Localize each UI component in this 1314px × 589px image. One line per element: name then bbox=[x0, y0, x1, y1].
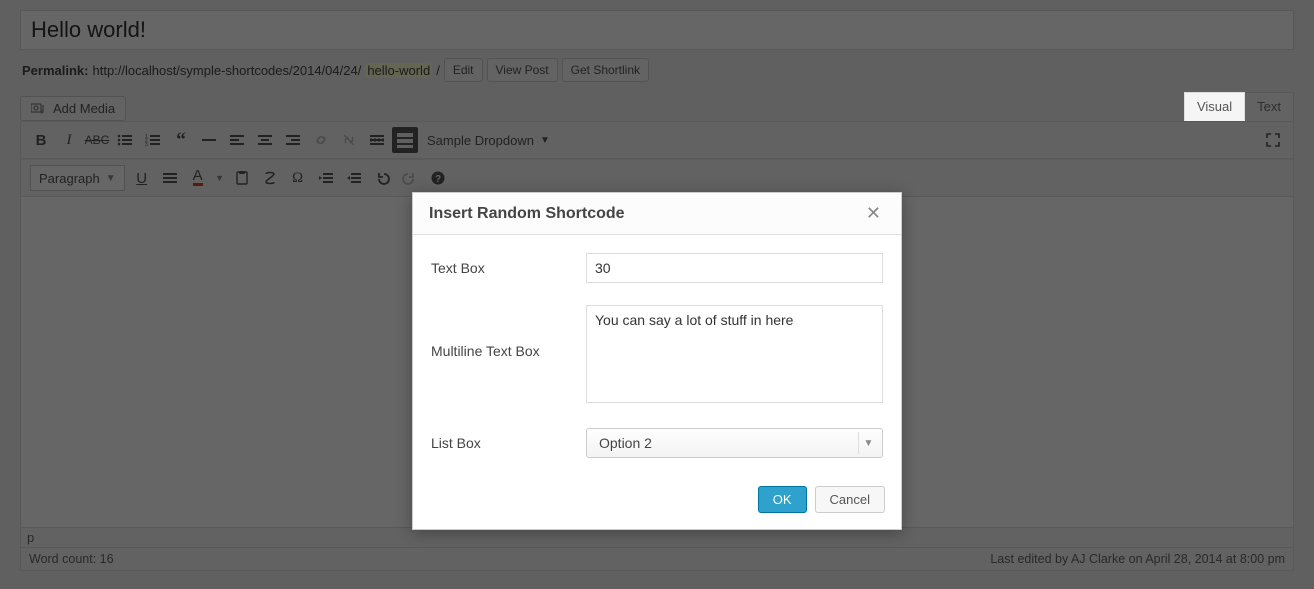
chevron-down-icon: ▼ bbox=[858, 432, 878, 454]
modal-body: Text Box Multiline Text Box List Box Opt… bbox=[413, 235, 901, 476]
listbox-selected-value: Option 2 bbox=[599, 435, 652, 451]
cancel-button[interactable]: Cancel bbox=[815, 486, 885, 513]
tab-visual[interactable]: Visual bbox=[1184, 92, 1245, 121]
multiline-textarea[interactable] bbox=[586, 305, 883, 403]
modal-footer: OK Cancel bbox=[413, 476, 901, 529]
close-icon[interactable]: ✕ bbox=[862, 203, 885, 224]
multiline-label: Multiline Text Box bbox=[431, 305, 586, 359]
textbox-input[interactable] bbox=[586, 253, 883, 283]
modal-title: Insert Random Shortcode bbox=[429, 205, 625, 223]
ok-button[interactable]: OK bbox=[758, 486, 807, 513]
insert-shortcode-modal: Insert Random Shortcode ✕ Text Box Multi… bbox=[412, 192, 902, 530]
listbox-select[interactable]: Option 2 ▼ bbox=[586, 428, 883, 458]
listbox-label: List Box bbox=[431, 435, 586, 451]
modal-header: Insert Random Shortcode ✕ bbox=[413, 193, 901, 235]
textbox-label: Text Box bbox=[431, 260, 586, 276]
